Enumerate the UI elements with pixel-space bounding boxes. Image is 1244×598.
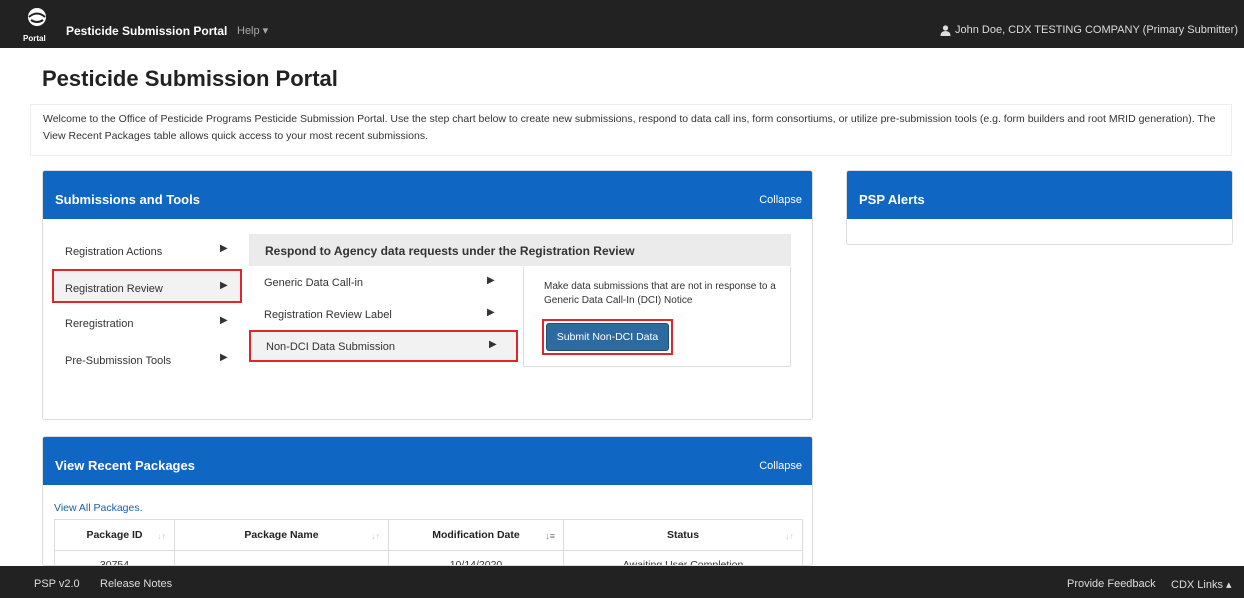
app-title[interactable]: Pesticide Submission Portal	[66, 24, 227, 38]
status-cell: Awaiting User Completion	[563, 550, 803, 565]
step-reregistration[interactable]: Reregistration ▶	[54, 306, 240, 340]
detail-text: Make data submissions that are not in re…	[544, 281, 776, 306]
arrow-right-icon: ▶	[487, 307, 495, 318]
column-header-package-name[interactable]: Package Name ↓↑	[174, 519, 389, 551]
column-header-package-id[interactable]: Package ID ↓↑	[54, 519, 175, 551]
view-all-packages-link[interactable]: View All Packages.	[54, 502, 143, 514]
submit-non-dci-button[interactable]: Submit Non-DCI Data	[546, 323, 669, 351]
column-label: Modification Date	[432, 529, 520, 541]
arrow-right-icon: ▶	[220, 315, 228, 326]
panel-heading: Submissions and Tools Collapse	[43, 171, 812, 219]
arrow-right-icon: ▶	[220, 280, 228, 291]
step-registration-review[interactable]: Registration Review ▶	[52, 269, 242, 303]
submissions-tools-panel: Submissions and Tools Collapse Registrat…	[42, 170, 813, 420]
release-notes-link[interactable]: Release Notes	[100, 578, 172, 590]
user-icon	[940, 24, 951, 36]
sort-icon[interactable]: ↓↑	[371, 531, 380, 541]
panel-heading: View Recent Packages Collapse	[43, 437, 812, 485]
page-title: Pesticide Submission Portal	[42, 66, 338, 91]
step-registration-actions[interactable]: Registration Actions ▶	[54, 234, 240, 268]
sub-item-registration-review-label[interactable]: Registration Review Label ▶	[249, 300, 519, 332]
arrow-right-icon: ▶	[220, 352, 228, 363]
panel-heading: PSP Alerts	[847, 171, 1232, 219]
package-name-cell	[174, 550, 389, 565]
psp-alerts-panel: PSP Alerts	[846, 170, 1233, 245]
table-header-row: Package ID ↓↑ Package Name ↓↑ Modificati…	[54, 519, 803, 551]
panel-title: Submissions and Tools	[55, 192, 200, 207]
detail-box: Make data submissions that are not in re…	[523, 267, 791, 367]
version-label: PSP v2.0	[34, 578, 80, 590]
arrow-right-icon: ▶	[220, 243, 228, 254]
sub-item-label: Non-DCI Data Submission	[266, 341, 395, 353]
sub-item-label: Registration Review Label	[264, 309, 392, 321]
column-label: Package Name	[244, 529, 319, 541]
sort-desc-icon[interactable]: ↓≡	[545, 531, 555, 541]
collapse-button[interactable]: Collapse	[759, 194, 802, 206]
step-label: Registration Review	[65, 283, 163, 295]
welcome-text: Welcome to the Office of Pesticide Progr…	[43, 113, 1216, 142]
user-label: John Doe, CDX TESTING COMPANY (Primary S…	[954, 24, 1238, 36]
provide-feedback-link[interactable]: Provide Feedback	[1067, 578, 1156, 590]
package-id-link[interactable]: 30754	[54, 550, 175, 565]
help-menu[interactable]: Help ▾	[237, 24, 268, 37]
column-label: Package ID	[86, 529, 143, 541]
column-header-modification-date[interactable]: Modification Date ↓≡	[388, 519, 564, 551]
user-menu[interactable]: John Doe, CDX TESTING COMPANY (Primary S…	[940, 24, 1238, 36]
sub-item-label: Generic Data Call-in	[264, 277, 364, 289]
top-navbar: Portal Pesticide Submission Portal Help …	[0, 0, 1244, 48]
sort-icon[interactable]: ↓↑	[785, 531, 794, 541]
modification-date-cell: 10/14/2020	[388, 550, 564, 565]
table-row: 30754 10/14/2020 Awaiting User Completio…	[54, 550, 803, 565]
welcome-box: Welcome to the Office of Pesticide Progr…	[30, 104, 1232, 156]
panel-title: PSP Alerts	[859, 192, 925, 207]
step-pre-submission-tools[interactable]: Pre-Submission Tools ▶	[54, 343, 240, 377]
sub-item-non-dci-submission[interactable]: Non-DCI Data Submission ▶	[249, 330, 518, 362]
step-label: Pre-Submission Tools	[65, 355, 172, 367]
logo-text: Portal	[23, 34, 46, 43]
footer: PSP v2.0 Release Notes Provide Feedback …	[0, 566, 1244, 598]
arrow-right-icon: ▶	[487, 275, 495, 286]
arrow-right-icon: ▶	[489, 339, 497, 350]
panel-title: View Recent Packages	[55, 458, 195, 473]
cdx-links-menu[interactable]: CDX Links ▴	[1171, 578, 1232, 591]
column-header-status[interactable]: Status ↓↑	[563, 519, 803, 551]
sub-header: Respond to Agency data requests under th…	[249, 234, 791, 266]
recent-packages-panel: View Recent Packages Collapse View All P…	[42, 436, 813, 566]
sub-item-generic-dci[interactable]: Generic Data Call-in ▶	[249, 268, 519, 300]
epa-logo-icon[interactable]: Portal	[22, 6, 52, 44]
collapse-button[interactable]: Collapse	[759, 460, 802, 472]
step-label: Reregistration	[65, 318, 134, 330]
submit-highlight: Submit Non-DCI Data	[542, 319, 673, 355]
packages-table: Package ID ↓↑ Package Name ↓↑ Modificati…	[54, 519, 803, 565]
sort-icon[interactable]: ↓↑	[157, 531, 166, 541]
column-label: Status	[666, 529, 700, 541]
step-label: Registration Actions	[65, 246, 163, 258]
